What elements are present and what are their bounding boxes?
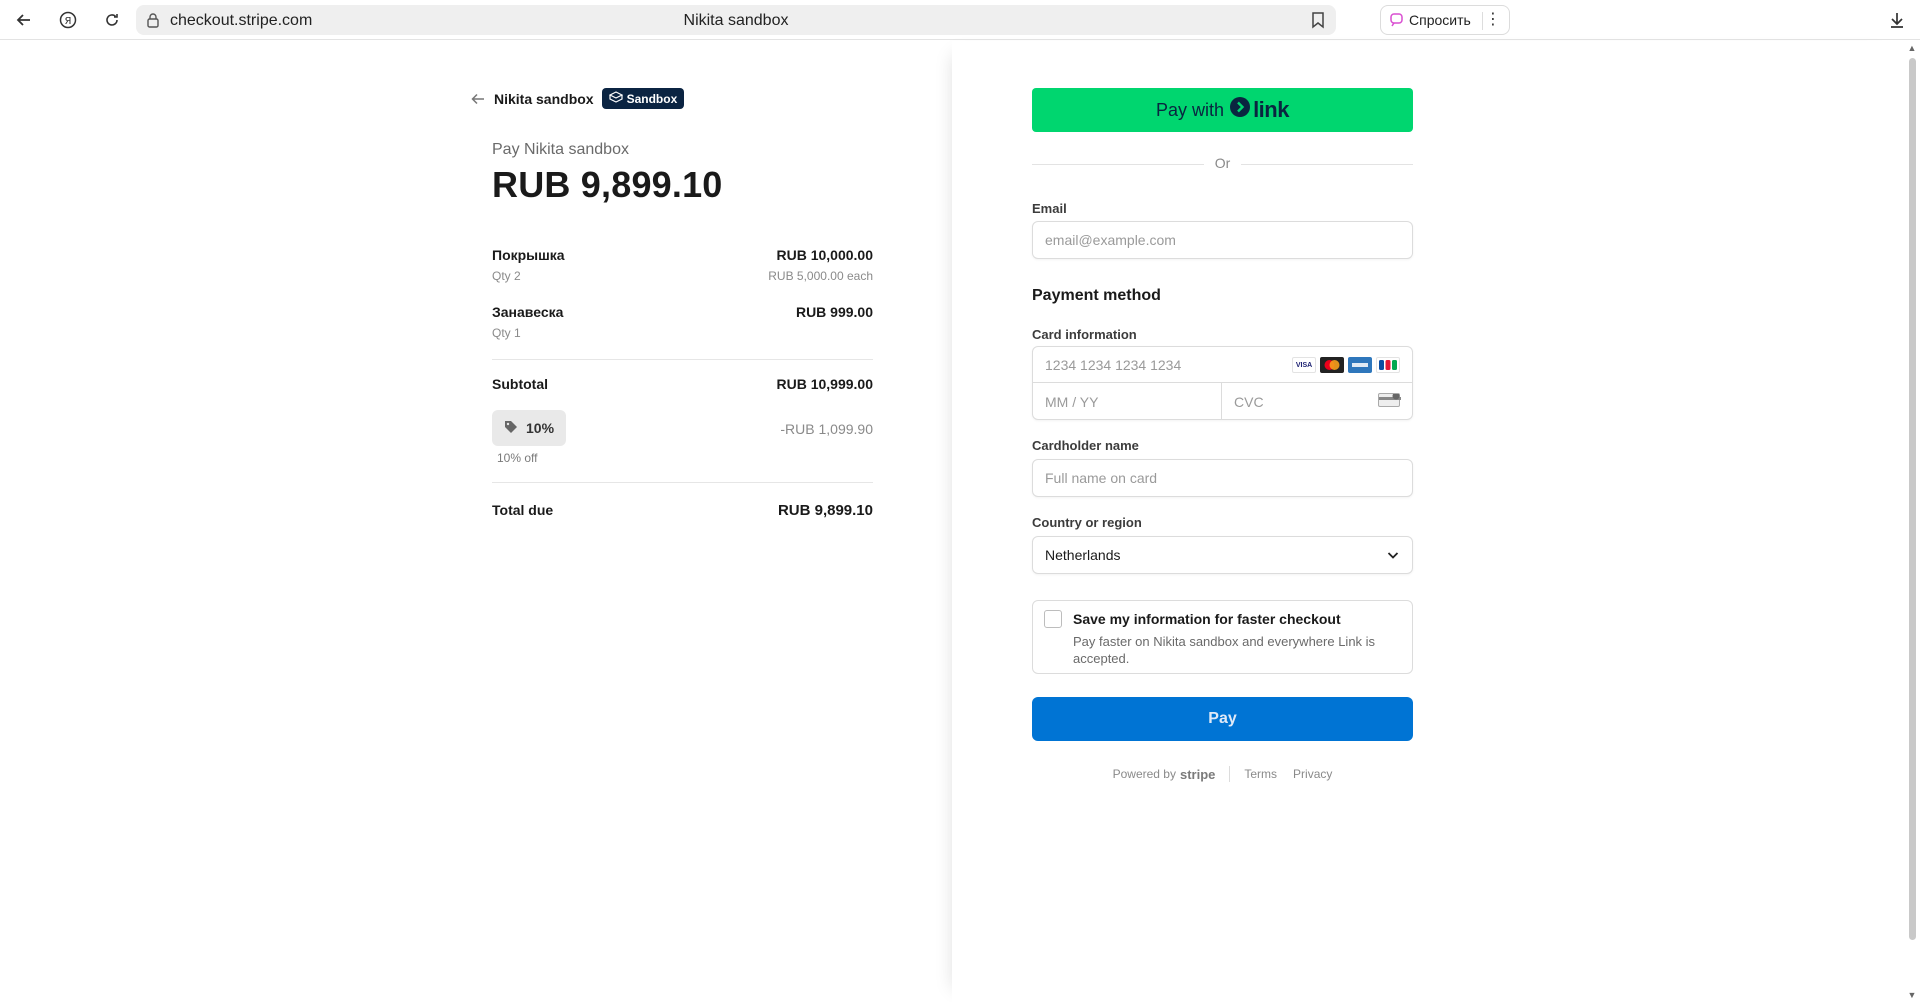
divider (492, 359, 873, 360)
ask-label: Спросить (1409, 12, 1471, 28)
merchant-name: Nikita sandbox (494, 90, 594, 107)
save-info-checkbox[interactable] (1044, 610, 1062, 628)
cvc-card-icon (1378, 392, 1401, 407)
promo-discount-value: -RUB 1,099.90 (780, 421, 873, 437)
card-information-group: VISA (1032, 346, 1413, 420)
cvc-field[interactable] (1222, 383, 1412, 420)
pay-merchant-label: Pay Nikita sandbox (492, 141, 629, 158)
line-item: Покрышка Qty 2 RUB 10,000.00 RUB 5,000.0… (492, 247, 873, 283)
country-select[interactable]: Netherlands (1032, 536, 1413, 574)
bookmark-icon[interactable] (1310, 11, 1326, 34)
visa-icon: VISA (1292, 357, 1316, 373)
stripe-logo[interactable]: stripe (1180, 767, 1215, 782)
email-input[interactable] (1033, 222, 1412, 258)
chevron-down-icon (1386, 548, 1400, 565)
back-to-merchant[interactable]: Nikita sandbox Sandbox (470, 88, 685, 109)
jcb-icon (1376, 357, 1400, 373)
order-summary-pane (0, 41, 952, 1002)
email-field[interactable] (1032, 221, 1413, 259)
save-info-title: Save my information for faster checkout (1073, 611, 1341, 627)
link-logo: link (1230, 97, 1289, 123)
total-value: RUB 9,899.10 (777, 502, 873, 519)
expiry-field[interactable] (1033, 383, 1222, 420)
scrollbar-thumb[interactable] (1909, 58, 1916, 940)
payment-method-heading: Payment method (1032, 287, 1161, 304)
cardholder-name-input[interactable] (1033, 460, 1412, 496)
powered-by-label: Powered by (1112, 767, 1176, 781)
item-price: RUB 999.00 (795, 304, 873, 320)
link-chevron-icon (1230, 97, 1251, 123)
promo-code: 10% (526, 420, 555, 436)
save-info-box[interactable]: Save my information for faster checkout … (1032, 600, 1413, 674)
item-price: RUB 10,000.00 (776, 247, 873, 263)
sandbox-box-icon (608, 91, 623, 106)
download-icon[interactable] (1883, 6, 1911, 34)
card-number-field[interactable]: VISA (1033, 347, 1412, 383)
sandbox-badge: Sandbox (601, 88, 685, 109)
address-bar[interactable]: checkout.stripe.com Nikita sandbox (136, 5, 1336, 35)
footer: Powered by stripe Terms Privacy (1032, 766, 1413, 782)
line-item: Занавеска Qty 1 RUB 999.00 (492, 304, 873, 340)
privacy-link[interactable]: Privacy (1293, 767, 1332, 781)
expiry-input[interactable] (1033, 383, 1221, 420)
scroll-up-icon[interactable]: ▲ (1907, 43, 1917, 53)
reload-icon[interactable] (98, 6, 126, 34)
pay-with-link-button[interactable]: Pay with link (1032, 88, 1413, 132)
back-icon[interactable] (10, 6, 38, 34)
item-unit-price: RUB 5,000.00 each (768, 269, 873, 283)
or-divider: Or (1032, 155, 1413, 175)
alice-icon (1389, 11, 1405, 30)
card-information-label: Card information (1032, 327, 1137, 342)
tab-title: Nikita sandbox (683, 12, 789, 29)
subtotal-row: Subtotal RUB 10,999.00 (492, 376, 873, 392)
subtotal-label: Subtotal (492, 376, 548, 392)
card-brands: VISA (1292, 357, 1400, 373)
svg-text:Я: Я (65, 16, 72, 27)
cardholder-name-label: Cardholder name (1032, 438, 1139, 453)
yandex-icon[interactable]: Я (54, 6, 82, 34)
promo-code-chip[interactable]: 10% (492, 410, 567, 446)
promo-description: 10% off (497, 451, 538, 465)
cardholder-name-field[interactable] (1032, 459, 1413, 497)
scroll-down-icon[interactable]: ▼ (1907, 990, 1917, 1000)
pay-with-label: Pay with (1156, 99, 1225, 120)
country-value: Netherlands (1045, 547, 1121, 563)
browser-toolbar: Я checkout.stripe.com Nikita sandbox Спр… (0, 0, 1920, 40)
mastercard-icon (1320, 357, 1344, 373)
amex-icon (1348, 357, 1372, 373)
save-info-description: Pay faster on Nikita sandbox and everywh… (1073, 634, 1376, 666)
arrow-left-icon (470, 91, 486, 107)
terms-link[interactable]: Terms (1244, 767, 1277, 781)
tag-icon (504, 420, 518, 437)
item-qty: Qty 1 (492, 326, 521, 340)
subtotal-value: RUB 10,999.00 (776, 376, 873, 392)
country-label: Country or region (1032, 515, 1142, 530)
menu-dots-icon[interactable]: ⋮ (1485, 10, 1501, 30)
divider (492, 482, 873, 483)
pay-button[interactable]: Pay (1032, 697, 1413, 741)
ask-button[interactable]: Спросить ⋮ (1380, 5, 1510, 35)
total-row: Total due RUB 9,899.10 (492, 502, 873, 519)
total-amount: RUB 9,899.10 (492, 164, 723, 205)
total-label: Total due (492, 502, 554, 518)
email-label: Email (1032, 201, 1067, 216)
